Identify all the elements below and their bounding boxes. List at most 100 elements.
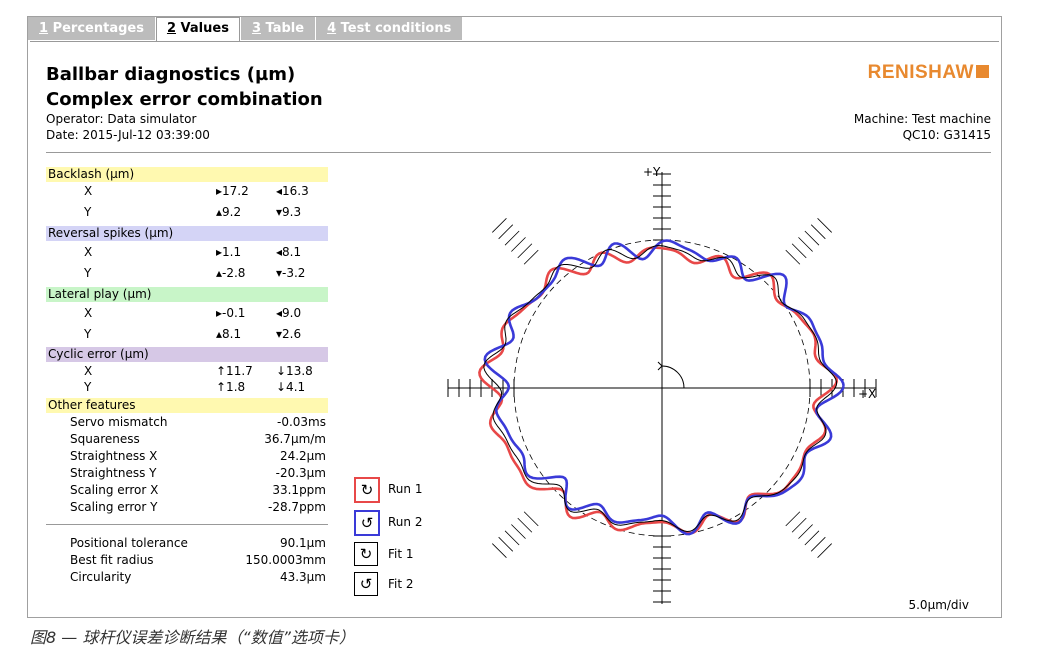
diagonal-tick [523,511,539,527]
counterclockwise-arrow-icon: ↺ [354,572,378,596]
summary-value: 150.0003mm [245,553,326,567]
tab-bar: 1 Percentages 2 Values 3 Table 4 Test co… [28,17,463,42]
value-minus: ▾9.3 [276,205,302,219]
qc10-text: QC10: G31415 [902,128,991,142]
diagonal-tick [511,524,526,539]
tab-label: Table [260,21,305,36]
app-window: 1 Percentages 2 Values 3 Table 4 Test co… [27,16,1002,618]
section-backlash: Backlash (µm) [46,167,328,182]
feature-value: 24.2µm [279,449,326,463]
feature-value: 36.7µm/m [264,432,326,446]
tab-label: Test conditions [336,21,452,36]
diagonal-tick [511,237,526,252]
tab-values[interactable]: 2 Values [155,17,240,42]
scale-label: 5.0µm/div [908,598,969,612]
divider [46,152,991,153]
value-plus: ↑1.8 [216,380,246,394]
summary-row: Circularity 43.3µm [46,570,326,585]
section-cyclic-error: Cyclic error (µm) [46,347,328,362]
x-axis-label: +X [858,387,876,401]
logo-mark-icon [976,65,989,78]
cyclic-x-row: X ↑11.7 ↓13.8 [46,364,326,379]
axis-label: Y [84,380,92,394]
feature-row: Straightness X 24.2µm [46,449,326,464]
counterclockwise-arrow-icon: ↺ [354,510,380,536]
cyclic-y-row: Y ↑1.8 ↓4.1 [46,380,326,395]
feature-row: Squareness 36.7µm/m [46,432,326,447]
reversal-y-row: Y ▴-2.8 ▾-3.2 [46,266,326,281]
divider [46,524,328,525]
feature-value: -28.7ppm [268,500,326,514]
diagonal-tick [785,249,801,265]
axis-label: X [84,306,93,320]
summary-label: Positional tolerance [70,536,188,550]
diagonal-tick [498,224,514,240]
feature-row: Servo mismatch -0.03ms [46,415,326,430]
tab-test-conditions[interactable]: 4 Test conditions [316,17,463,40]
diagonal-tick [785,511,801,527]
value-plus: ▸17.2 [216,184,249,198]
value-plus: ▴-2.8 [216,266,246,280]
backlash-y-row: Y ▴9.2 ▾9.3 [46,205,326,220]
value-plus: ↑11.7 [216,364,253,378]
axis-label: Y [84,205,92,219]
summary-value: 90.1µm [279,536,326,550]
machine-text: Machine: Test machine [853,112,991,126]
diagonal-tick [517,243,533,259]
y-axis-label: +Y [643,165,661,179]
diagonal-tick [798,524,813,539]
page-subtitle: Complex error combination [46,89,323,110]
diagonal-tick [804,530,820,546]
feature-label: Squareness [70,432,140,446]
diagonal-tick [817,543,832,558]
feature-row: Straightness Y -20.3µm [46,466,326,481]
legend-label: Run 1 [388,482,423,496]
backlash-x-row: X ▸17.2 ◂16.3 [46,184,326,199]
axis-label: X [84,184,93,198]
diagonal-tick [810,536,826,552]
feature-label: Scaling error X [70,483,159,497]
feature-row: Scaling error X 33.1ppm [46,483,326,498]
summary-row: Best fit radius 150.0003mm [46,553,326,568]
summary-value: 43.3µm [279,570,326,584]
feature-label: Servo mismatch [70,415,168,429]
feature-value: -0.03ms [277,415,326,429]
tab-number: 1 [39,21,49,36]
section-reversal-spikes: Reversal spikes (µm) [46,226,328,241]
lateral-y-row: Y ▴8.1 ▾2.6 [46,327,326,342]
value-plus: ▸1.1 [216,245,242,259]
summary-row: Positional tolerance 90.1µm [46,536,326,551]
diagonal-tick [817,218,832,233]
diagonal-tick [504,230,520,246]
axis-label: Y [84,266,92,280]
feature-value: -20.3µm [275,466,326,480]
value-plus: ▸-0.1 [216,306,246,320]
tab-table[interactable]: 3 Table [240,17,316,40]
logo-text: RENISHAW [867,62,974,83]
value-minus: ▾-3.2 [276,266,306,280]
clockwise-arrow-icon: ↻ [354,542,378,566]
value-minus: ◂9.0 [276,306,302,320]
diagonal-tick [798,237,813,252]
value-minus: ◂16.3 [276,184,309,198]
feature-value: 33.1ppm [272,483,326,497]
tab-percentages[interactable]: 1 Percentages [28,17,155,40]
renishaw-logo: RENISHAW [868,62,989,84]
section-lateral-play: Lateral play (µm) [46,287,328,302]
value-minus: ↓4.1 [276,380,306,394]
value-plus: ▴8.1 [216,327,242,341]
diagonal-tick [791,517,807,533]
operator-text: Operator: Data simulator [46,112,197,126]
feature-row: Scaling error Y -28.7ppm [46,500,326,515]
diagonal-tick [517,517,533,533]
value-minus: ◂8.1 [276,245,302,259]
value-minus: ↓13.8 [276,364,313,378]
diagonal-tick [791,243,807,259]
figure-caption: 图8 — 球杆仪误差诊断结果（“数值”选项卡） [30,628,355,647]
diagonal-tick [504,530,520,546]
feature-label: Straightness X [70,449,158,463]
lateral-x-row: X ▸-0.1 ◂9.0 [46,306,326,321]
diagonal-tick [804,230,820,246]
value-plus: ▴9.2 [216,205,242,219]
tab-number: 3 [251,21,261,36]
